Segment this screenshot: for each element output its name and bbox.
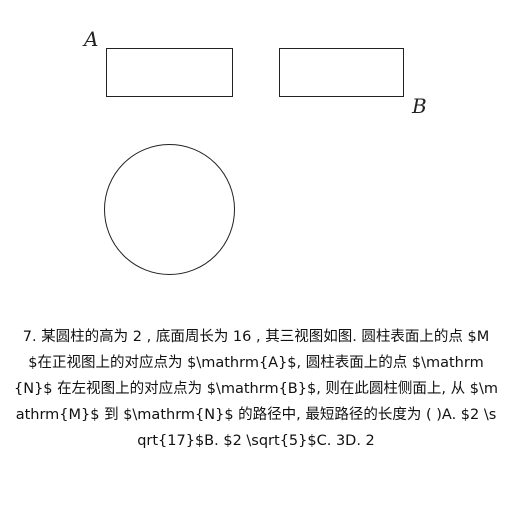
- front-view-rectangle: [106, 48, 233, 97]
- point-label-b: B: [412, 94, 427, 118]
- point-label-a: A: [84, 27, 99, 51]
- question-text: 7. 某圆柱的高为 2 , 底面周长为 16 , 其三视图如图. 圆柱表面上的点…: [14, 329, 498, 449]
- side-view-rectangle: [279, 48, 404, 97]
- top-view-circle: [104, 144, 235, 275]
- problem-canvas: A B 7. 某圆柱的高为 2 , 底面周长为 16 , 其三视图如图. 圆柱表…: [0, 0, 512, 512]
